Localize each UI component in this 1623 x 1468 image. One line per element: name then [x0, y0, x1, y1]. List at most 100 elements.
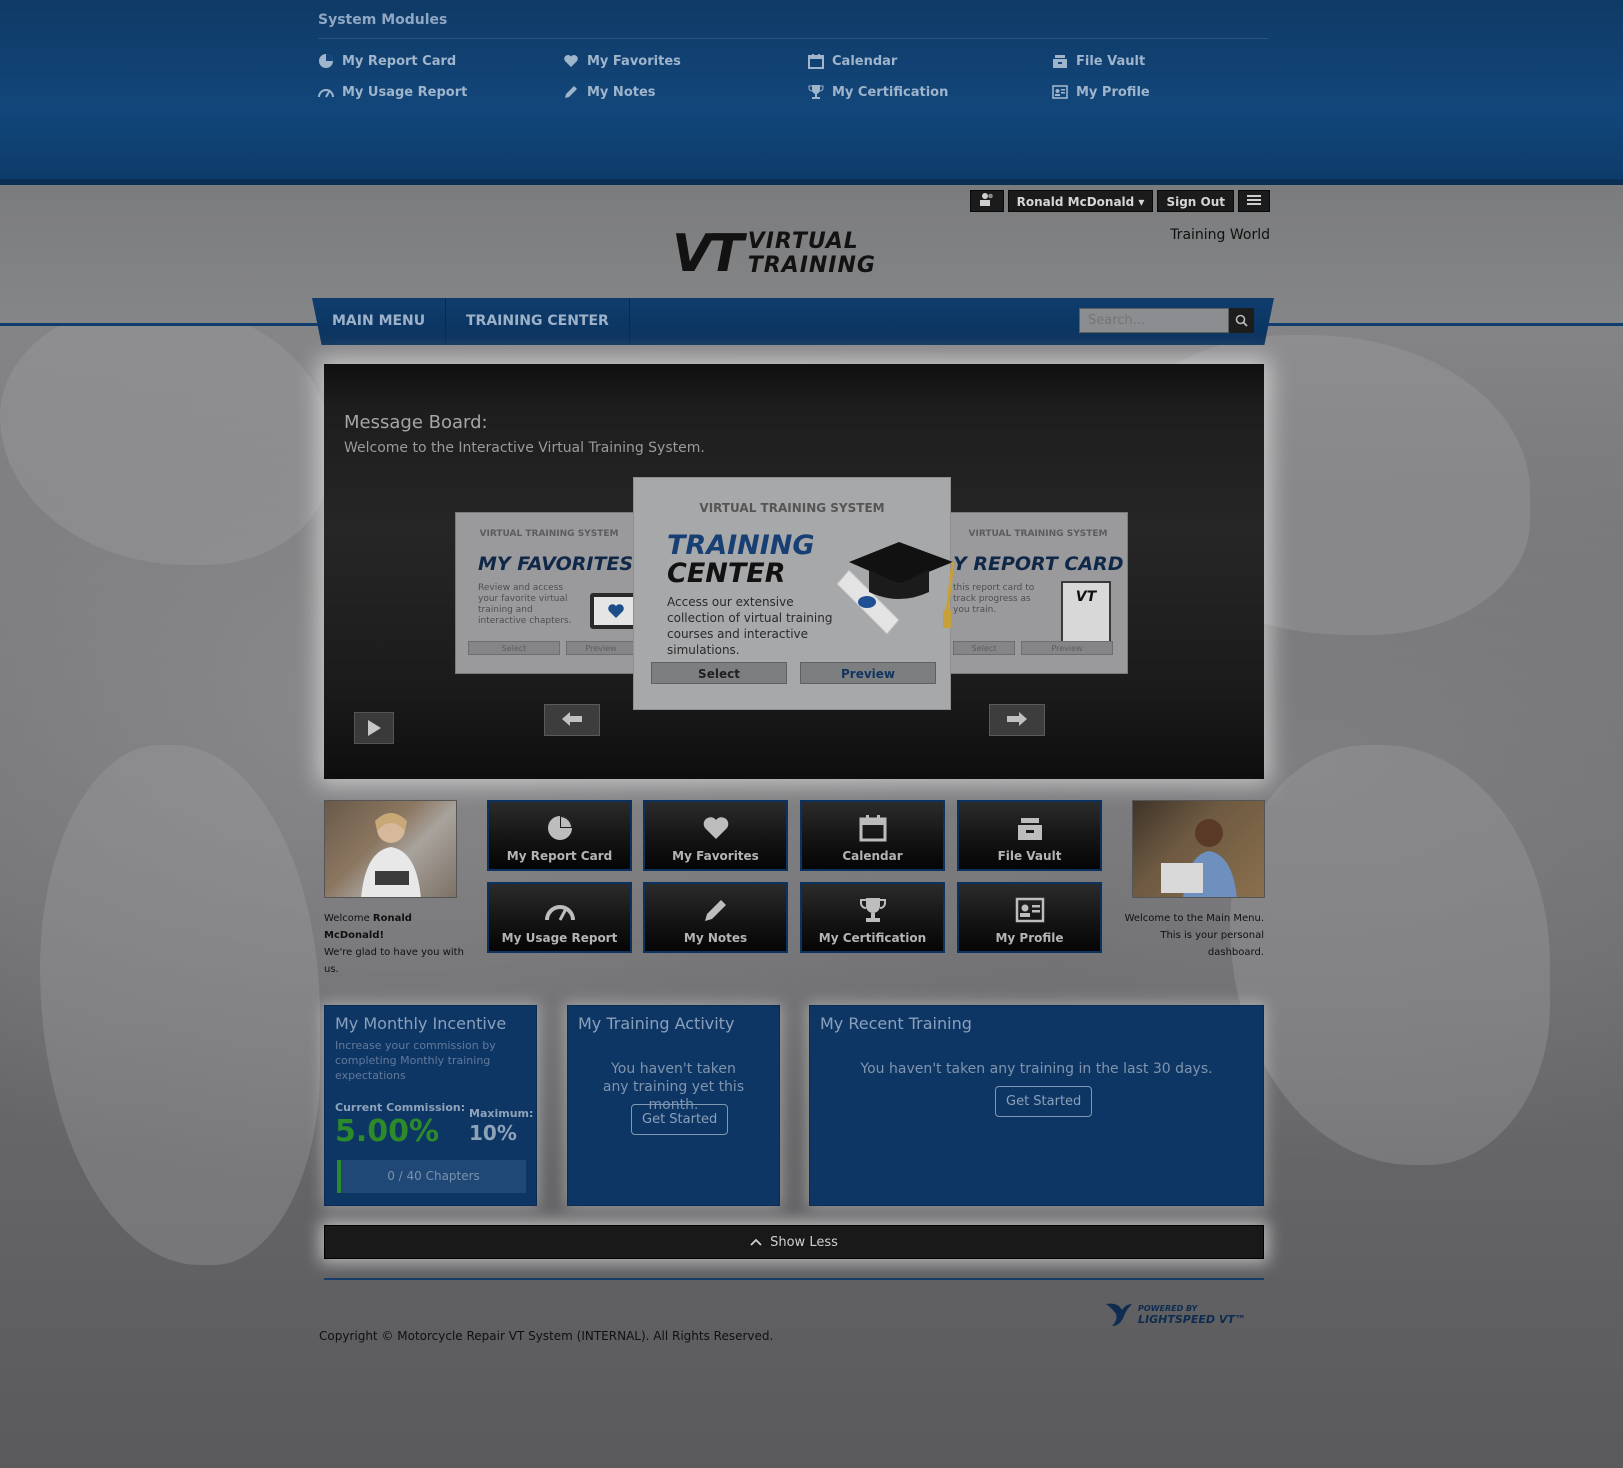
avatar-left-photo	[324, 800, 457, 898]
message-board-title: Message Board:	[344, 412, 488, 433]
card-description: Review and access your favorite virtual …	[478, 583, 572, 626]
heart-icon	[703, 817, 728, 839]
module-link-notes[interactable]: My Notes	[563, 84, 656, 100]
file-vault-icon	[1053, 55, 1067, 68]
copyright-text: Copyright © Motorcycle Repair VT System …	[319, 1329, 774, 1343]
tile-my-profile[interactable]: My Profile	[957, 882, 1102, 953]
card-header: VIRTUAL TRAINING SYSTEM	[699, 501, 885, 515]
arrow-left-icon	[562, 712, 582, 726]
pencil-icon	[565, 86, 577, 98]
calendar-icon	[859, 815, 886, 842]
module-link-label: My Usage Report	[342, 84, 468, 100]
card-select-button[interactable]: Select	[953, 641, 1015, 655]
card-preview-button[interactable]: Preview	[566, 641, 636, 655]
carousel-card-favorites[interactable]: VIRTUAL TRAINING SYSTEM MY FAVORITES Rev…	[455, 512, 643, 674]
card-title: MY FAVORITES	[478, 553, 634, 575]
calendar-icon	[808, 54, 824, 69]
module-link-label: My Certification	[832, 84, 949, 100]
card-preview-button[interactable]: Preview	[800, 662, 936, 684]
search-box	[1079, 308, 1254, 333]
powered-by-logo[interactable]: POWERED BY LIGHTSPEED VT™	[1104, 1300, 1246, 1328]
powered-by-brand: LIGHTSPEED VT™	[1138, 1313, 1246, 1326]
pie-chart-icon	[319, 54, 333, 68]
tile-label: My Report Card	[506, 849, 613, 863]
logo-text: VIRTUAL TRAINING	[748, 230, 876, 278]
module-link-profile[interactable]: My Profile	[1052, 84, 1150, 100]
tile-my-notes[interactable]: My Notes	[643, 882, 788, 953]
chapters-progress-text: 0 / 40 Chapters	[387, 1169, 480, 1183]
logo-mark: VT	[672, 224, 744, 284]
carousel-card-report-card[interactable]: VIRTUAL TRAINING SYSTEM Y REPORT CARD th…	[948, 512, 1128, 674]
tile-label: My Usage Report	[501, 931, 618, 945]
main-nav: MAIN MENU TRAINING CENTER	[312, 298, 1274, 345]
man-with-laptop-image	[1161, 819, 1237, 897]
logo-line-1: VIRTUAL	[747, 229, 859, 254]
nav-item-main-menu[interactable]: MAIN MENU	[312, 298, 447, 345]
module-link-label: Calendar	[832, 53, 898, 69]
message-board: Message Board: Welcome to the Interactiv…	[324, 364, 1264, 779]
hamburger-menu-button[interactable]	[1238, 190, 1270, 212]
pencil-icon	[704, 900, 726, 921]
speedometer-icon	[318, 89, 334, 98]
module-link-label: File Vault	[1076, 53, 1146, 69]
footer-divider	[324, 1278, 1264, 1280]
users-icon-button[interactable]	[969, 190, 1004, 212]
carousel-play-button[interactable]	[354, 712, 394, 744]
current-commission-label: Current Commission:	[335, 1101, 466, 1114]
show-less-button[interactable]: Show Less	[324, 1225, 1264, 1259]
tile-my-usage-report[interactable]: My Usage Report	[487, 882, 632, 953]
get-started-button[interactable]: Get Started	[631, 1104, 729, 1135]
user-bar: Ronald McDonald ▾ Sign Out	[969, 190, 1270, 212]
card-select-button[interactable]: Select	[468, 641, 560, 655]
virtual-training-logo[interactable]: VT VIRTUAL TRAINING	[672, 228, 876, 280]
profile-card-icon	[1052, 85, 1068, 99]
card-header: VIRTUAL TRAINING SYSTEM	[479, 529, 619, 539]
divider	[318, 38, 1268, 39]
chevron-up-icon	[750, 1238, 762, 1246]
incentive-subtitle: Increase your commission by completing M…	[335, 1039, 496, 1082]
message-board-subtitle: Welcome to the Interactive Virtual Train…	[344, 440, 705, 456]
site-name: Training World	[1170, 227, 1270, 243]
training-activity-panel: My Training Activity You haven't taken a…	[567, 1005, 780, 1206]
module-link-label: My Favorites	[587, 53, 681, 69]
search-button[interactable]	[1229, 308, 1254, 333]
tile-my-report-card[interactable]: My Report Card	[487, 800, 632, 871]
nav-item-training-center[interactable]: TRAINING CENTER	[446, 298, 630, 345]
current-commission-value: 5.00%	[335, 1114, 440, 1149]
carousel-card-training-center[interactable]: VIRTUAL TRAINING SYSTEM TRAINING CENTER …	[633, 477, 955, 710]
sign-out-button[interactable]: Sign Out	[1157, 190, 1234, 212]
module-link-favorites[interactable]: My Favorites	[563, 53, 681, 69]
welcome-message-left: Welcome Ronald McDonald! We're glad to h…	[324, 910, 464, 978]
card-preview-button[interactable]: Preview	[1021, 641, 1113, 655]
card-select-button[interactable]: Select	[651, 662, 787, 684]
module-link-certification[interactable]: My Certification	[808, 84, 948, 100]
user-menu-button[interactable]: Ronald McDonald ▾	[1007, 190, 1154, 212]
panel-message: You haven't taken any training in the la…	[860, 1061, 1213, 1077]
recent-training-panel: My Recent Training You haven't taken any…	[809, 1005, 1264, 1206]
panel-title: My Recent Training	[820, 1014, 972, 1033]
clipboard-icon: VT	[1061, 581, 1111, 649]
tile-my-favorites[interactable]: My Favorites	[643, 800, 788, 871]
profile-card-icon	[1015, 897, 1044, 923]
module-link-file-vault[interactable]: File Vault	[1052, 53, 1145, 69]
tile-file-vault[interactable]: File Vault	[957, 800, 1102, 871]
tile-label: My Certification	[818, 931, 927, 945]
tile-calendar[interactable]: Calendar	[800, 800, 945, 871]
maximum-value: 10%	[469, 1121, 517, 1145]
tile-my-certification[interactable]: My Certification	[800, 882, 945, 953]
card-title: Y REPORT CARD	[953, 553, 1124, 575]
get-started-button[interactable]: Get Started	[995, 1086, 1093, 1117]
module-link-label: My Notes	[587, 84, 656, 100]
system-modules-title: System Modules	[318, 12, 448, 28]
carousel-prev-button[interactable]	[544, 704, 600, 736]
maximum-label: Maximum:	[469, 1107, 534, 1120]
module-link-calendar[interactable]: Calendar	[808, 53, 897, 69]
module-link-usage-report[interactable]: My Usage Report	[318, 84, 467, 100]
heart-icon	[564, 55, 578, 67]
search-input[interactable]	[1079, 308, 1229, 333]
welcome-line-2: We're glad to have you with us.	[324, 947, 464, 975]
carousel-next-button[interactable]	[989, 704, 1045, 736]
arrow-right-icon	[1007, 712, 1027, 726]
module-link-report-card[interactable]: My Report Card	[318, 53, 456, 69]
chapters-progress-bar: 0 / 40 Chapters	[337, 1160, 526, 1193]
